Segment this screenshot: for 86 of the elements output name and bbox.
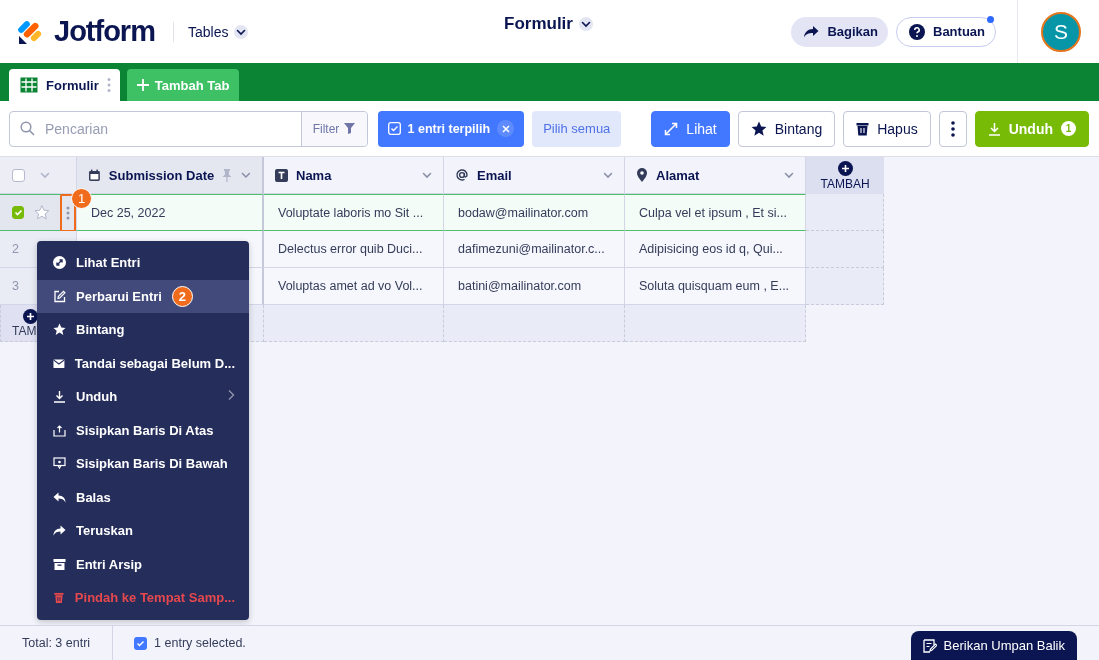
- insert-below-icon: [53, 457, 66, 471]
- table-cell: Soluta quisquam eum , E...: [625, 268, 806, 305]
- more-vertical-icon: [65, 205, 70, 220]
- logo-text: Jotform: [54, 15, 155, 48]
- menu-item[interactable]: Lihat Entri: [37, 246, 249, 280]
- help-button[interactable]: Bantuan: [896, 16, 996, 47]
- table-tab[interactable]: Formulir: [9, 69, 120, 101]
- row-number: 2: [12, 242, 19, 256]
- menu-item[interactable]: Sisipkan Baris Di Atas: [37, 413, 249, 447]
- insert-above-icon: [53, 423, 66, 437]
- text-icon: [275, 168, 288, 182]
- trash-icon: [53, 591, 65, 605]
- selection-status: 1 entry selected.: [154, 636, 246, 650]
- archive-icon: [53, 557, 66, 571]
- feedback-icon: [922, 638, 937, 653]
- menu-item[interactable]: Perbarui Entri 2: [37, 279, 249, 313]
- table-cell: Culpa vel et ipsum , Et si...: [625, 194, 806, 231]
- plus-circle-icon: [837, 160, 853, 176]
- forward-icon: [53, 524, 66, 538]
- table-cell: Adipisicing eos id q, Qui...: [625, 231, 806, 268]
- column-header[interactable]: Email: [444, 157, 625, 194]
- share-arrow-icon: [803, 25, 820, 38]
- star-icon: [750, 120, 767, 137]
- share-button[interactable]: Bagikan: [791, 16, 888, 47]
- search-field[interactable]: Pencarian Filter: [9, 110, 368, 147]
- select-all-button[interactable]: Pilih semua: [532, 110, 622, 147]
- feedback-button[interactable]: Berikan Umpan Balik: [910, 631, 1077, 660]
- table-cell: Delectus error quib Duci...: [264, 231, 444, 268]
- view-button[interactable]: Lihat: [651, 110, 730, 147]
- user-avatar[interactable]: S: [1041, 11, 1081, 52]
- total-count: Total: 3 entri: [0, 626, 114, 660]
- column-header[interactable]: Nama: [264, 157, 444, 194]
- row-checkbox[interactable]: [12, 206, 25, 219]
- add-column-button[interactable]: TAMBAH: [806, 157, 884, 194]
- menu-item[interactable]: Sisipkan Baris Di Bawah: [37, 447, 249, 481]
- column-header[interactable]: Alamat: [625, 157, 806, 194]
- trash-icon: [856, 121, 870, 136]
- menu-item[interactable]: Tandai sebagai Belum D...: [37, 346, 249, 380]
- menu-item[interactable]: Teruskan: [37, 514, 249, 548]
- star-button[interactable]: Bintang: [737, 110, 836, 147]
- select-all-checkbox[interactable]: [12, 168, 25, 182]
- more-vertical-icon: [950, 120, 955, 137]
- grid-icon: [20, 77, 38, 93]
- location-pin-icon: [636, 168, 648, 182]
- checkmark-icon: [136, 638, 146, 648]
- table-cell: batini@mailinator.com: [444, 268, 625, 305]
- delete-button[interactable]: Hapus: [843, 110, 931, 147]
- menu-item[interactable]: Unduh: [37, 380, 249, 414]
- download-icon: [987, 121, 1001, 136]
- form-title-dropdown[interactable]: Formulir: [504, 14, 593, 34]
- menu-item[interactable]: Bintang: [37, 313, 249, 347]
- selection-chip[interactable]: 1 entri terpilih: [377, 110, 525, 147]
- table-cell: bodaw@mailinator.com: [444, 194, 625, 231]
- menu-item[interactable]: Balas: [37, 480, 249, 514]
- table-cell: Voluptate laboris mo Sit ...: [264, 194, 444, 231]
- plus-icon: [136, 79, 149, 91]
- star-outline-icon[interactable]: [34, 204, 50, 221]
- expand-icon: [53, 256, 66, 270]
- logo-icon: [18, 18, 44, 45]
- at-sign-icon: [455, 168, 469, 182]
- checkbox-icon: [387, 122, 401, 135]
- search-icon: [20, 121, 35, 136]
- plus-circle-icon: [23, 308, 38, 324]
- download-icon: [53, 390, 66, 404]
- more-vertical-icon: [106, 77, 111, 93]
- selection-checkbox[interactable]: [134, 636, 148, 650]
- help-icon: [909, 23, 925, 40]
- funnel-icon: [344, 123, 356, 134]
- more-button[interactable]: [938, 110, 967, 147]
- count-badge: 1: [1061, 121, 1076, 136]
- column-header[interactable]: Submission Date: [77, 157, 264, 194]
- reply-icon: [53, 490, 66, 504]
- menu-item[interactable]: Entri Arsip: [37, 547, 249, 581]
- close-icon[interactable]: [501, 124, 510, 133]
- checkmark-icon: [13, 208, 23, 217]
- expand-icon: [664, 121, 679, 136]
- row-number: 3: [12, 279, 19, 293]
- edit-icon: [53, 289, 66, 303]
- star-icon: [53, 323, 66, 337]
- table-cell: dafimezuni@mailinator.c...: [444, 231, 625, 268]
- calendar-icon: [88, 168, 101, 182]
- table-cell: Voluptas amet ad vo Vol...: [264, 268, 444, 305]
- filter-button[interactable]: Filter: [300, 111, 367, 146]
- envelope-icon: [53, 356, 65, 370]
- step-callout: 2: [171, 285, 193, 307]
- product-dropdown[interactable]: Tables: [187, 23, 249, 40]
